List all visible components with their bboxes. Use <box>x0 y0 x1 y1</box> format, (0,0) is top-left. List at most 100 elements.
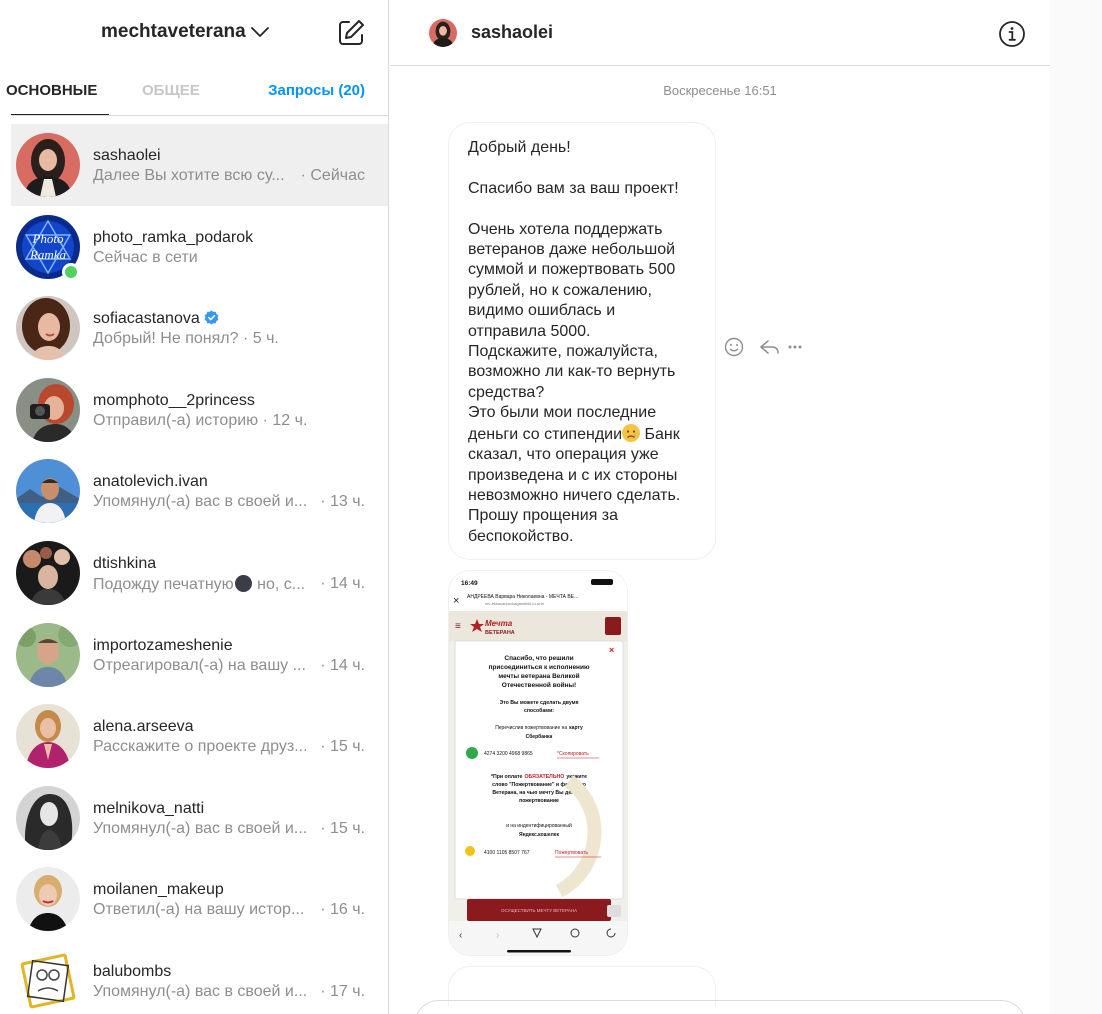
conversation-time: · Сейчас <box>300 167 365 184</box>
conversation-time: · 13 ч. <box>320 493 365 511</box>
conversation-list: sashaolei Далее Вы хотите всю су... · Се… <box>11 124 388 1014</box>
chevron-down-icon[interactable] <box>250 22 270 42</box>
sberbank-logo-icon <box>466 747 478 759</box>
home-indicator <box>507 950 571 953</box>
screenshot-attachment[interactable]: 16:49 × АНДРЕЕВА Варвара Николаевна - МЕ… <box>448 570 628 956</box>
info-icon[interactable] <box>998 20 1026 48</box>
conversation-preview: Добрый! Не понял? · 5 ч. <box>93 330 279 348</box>
avatar <box>16 377 80 442</box>
modal-note: пожертвование <box>519 798 559 804</box>
preview-text: но, с... <box>252 575 306 593</box>
avatar-text: Photo <box>31 231 64 246</box>
tab-requests[interactable]: Запросы (20) <box>268 82 365 99</box>
message-text: Добрый день! Спасибо вам за ваш проект! … <box>468 138 697 547</box>
modal-heading: Отечественной войны! <box>502 681 576 689</box>
reply-icon[interactable] <box>760 340 779 354</box>
phone-status-time: 16:49 <box>461 580 478 587</box>
conversation-preview: Упомянул(-а) вас в своей и... <box>93 819 308 837</box>
wallet-number: 4100 1105 8507 767 <box>484 850 530 856</box>
conversation-preview: Упомянул(-а) вас в своей и... <box>93 493 308 511</box>
conversation-preview: Отправил(-а) историю · 12 ч. <box>93 411 308 429</box>
inbox-sidebar: mechtaveterana ОСНОВНЫЕ ОБЩЕЕ Запросы (2… <box>0 0 389 1014</box>
message-text-part: Банк сказал, что операция уже произведен… <box>468 425 681 545</box>
yandex-wallet-icon <box>465 846 475 856</box>
conversation-item[interactable]: importozameshenie Отреагировал(-а) на ва… <box>11 614 388 696</box>
copy-card-link: *Скопировать <box>557 751 589 757</box>
conversation-username: balubombs <box>93 962 172 980</box>
conversation-preview: Расскажите о проекте друз... <box>93 738 308 756</box>
message-bubble: Добрый день! Спасибо вам за ваш проект! … <box>448 122 716 560</box>
emoji-react-icon[interactable] <box>724 337 744 357</box>
chat-avatar[interactable] <box>429 19 457 47</box>
inbox-header: mechtaveterana <box>0 0 388 66</box>
conversation-item[interactable]: sashaolei Далее Вы хотите всю су... · Се… <box>11 124 388 206</box>
conversation-username-text: sofiacastanova <box>93 310 200 328</box>
conversation-username: anatolevich.ivan <box>93 473 208 491</box>
tab-main[interactable]: ОСНОВНЫЕ <box>6 82 97 99</box>
modal-heading: Спасибо, что решили <box>504 654 573 662</box>
conversation-item[interactable]: anatolevich.ivan Упомянул(-а) вас в свое… <box>11 450 388 532</box>
browser-title: АНДРЕЕВА Варвара Николаевна - МЕЧТА ВЕ..… <box>467 594 578 600</box>
new-moon-face-emoji-icon <box>234 574 252 592</box>
conversation-username: alena.arseeva <box>93 718 194 736</box>
modal-heading: мечты ветерана Великой <box>498 672 579 680</box>
conversation-item[interactable]: momphoto__2princess Отправил(-а) историю… <box>11 369 388 451</box>
modal-text: способами: <box>524 707 554 714</box>
conversation-preview: Упомянул(-а) вас в своей и... <box>93 982 308 1000</box>
conversation-username: importozameshenie <box>93 636 233 654</box>
avatar <box>16 459 80 524</box>
conversation-username: momphoto__2princess <box>93 391 255 409</box>
conversation-item[interactable]: sofiacastanova Добрый! Не понял? · 5 ч. <box>11 287 388 369</box>
message-input[interactable] <box>414 1000 1026 1014</box>
conversation-time: · 16 ч. <box>320 901 365 919</box>
conversation-username: photo_ramka_podarok <box>93 228 254 246</box>
online-indicator <box>62 262 80 281</box>
modal-text: Перечислив пожертвование на карту <box>495 725 583 731</box>
conversation-preview: Далее Вы хотите всю су... <box>93 167 285 184</box>
conversation-username: melnikova_natti <box>93 799 205 817</box>
message-actions <box>724 337 802 357</box>
avatar <box>16 704 80 769</box>
conversation-item[interactable]: balubombs Упомянул(-а) вас в своей и... … <box>11 940 388 1014</box>
modal-close-icon: × <box>609 645 614 655</box>
conversation-time: · 17 ч. <box>320 982 365 1000</box>
conversation-item[interactable]: Photo Ramka photo_ramka_podarok Сейчас в… <box>11 206 388 288</box>
browser-back-icon: ‹ <box>459 930 462 941</box>
modal-text: Сбербанка <box>526 733 553 740</box>
conversation-username: sashaolei <box>93 147 161 164</box>
browser-forward-icon: › <box>496 930 499 941</box>
modal-heading: присоединиться к исполнению <box>488 664 590 671</box>
avatar <box>16 622 80 687</box>
avatar-text: Ramka <box>29 247 67 262</box>
chat-username[interactable]: sashaolei <box>471 22 553 43</box>
sad-face-emoji-icon <box>622 423 641 442</box>
modal-text: Яндекс.кошелек <box>519 832 560 838</box>
more-icon[interactable] <box>788 345 802 349</box>
chat-pane: sashaolei Воскресенье 16:51 Добрый день!… <box>390 0 1050 1014</box>
conversation-time: · 14 ч. <box>320 656 365 674</box>
conversation-username: dtishkina <box>93 554 157 572</box>
avatar <box>16 948 80 1013</box>
site-logo: ВЕТЕРАНА <box>485 630 515 636</box>
verified-badge-icon <box>204 310 219 325</box>
inbox-tabs: ОСНОВНЫЕ ОБЩЕЕ Запросы (20) <box>6 66 388 116</box>
conversation-item[interactable]: dtishkina Подожду печатную но, с... · 14… <box>11 532 388 614</box>
site-search-icon <box>605 617 621 635</box>
day-timestamp: Воскресенье 16:51 <box>663 83 777 98</box>
conversation-item[interactable]: moilanen_makeup Ответил(-а) на вашу исто… <box>11 858 388 940</box>
conversation-item[interactable]: alena.arseeva Расскажите о проекте друз.… <box>11 695 388 777</box>
avatar <box>16 296 80 361</box>
donate-link: Пожертвовать <box>555 850 588 856</box>
conversation-item[interactable]: melnikova_natti Упомянул(-а) вас в своей… <box>11 777 388 859</box>
tab-general[interactable]: ОБЩЕЕ <box>142 82 200 99</box>
conversation-time: · 14 ч. <box>320 574 365 592</box>
browser-close-icon: × <box>453 595 459 607</box>
preview-text: Подожду печатную <box>93 575 234 593</box>
avatar <box>16 540 80 605</box>
conversation-preview: Отреагировал(-а) на вашу ... <box>93 656 306 674</box>
site-cta-label: ОСУЩЕСТВИТЬ МЕЧТУ ВЕТЕРАНА <box>501 908 577 913</box>
scroll-up-icon <box>607 905 621 917</box>
browser-url: mv-ekkacarpuckagamkhill.ru-uria <box>485 601 544 606</box>
account-switcher-name[interactable]: mechtaveterana <box>101 21 246 43</box>
new-message-icon[interactable] <box>336 18 366 48</box>
